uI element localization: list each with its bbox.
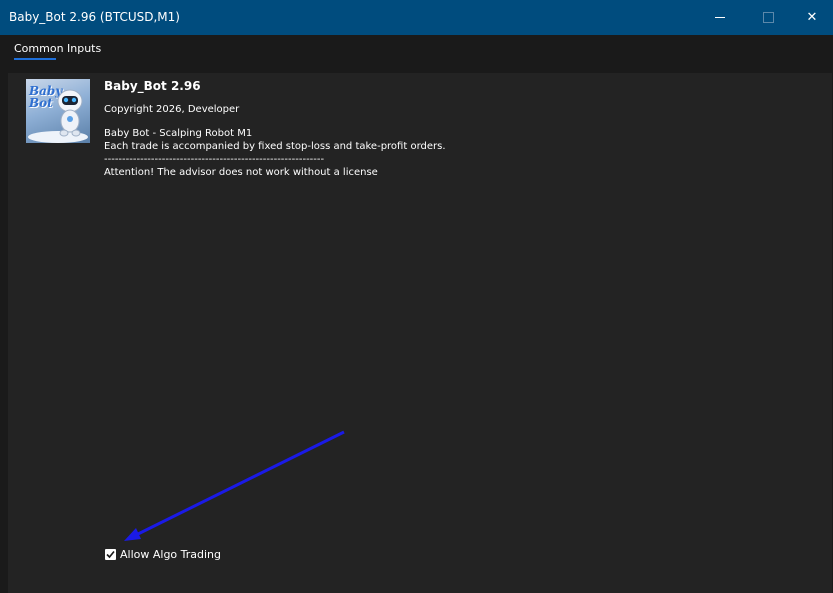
annotation-arrow	[124, 430, 345, 541]
arrow-shaft	[135, 430, 345, 537]
arrow-head	[124, 528, 141, 541]
